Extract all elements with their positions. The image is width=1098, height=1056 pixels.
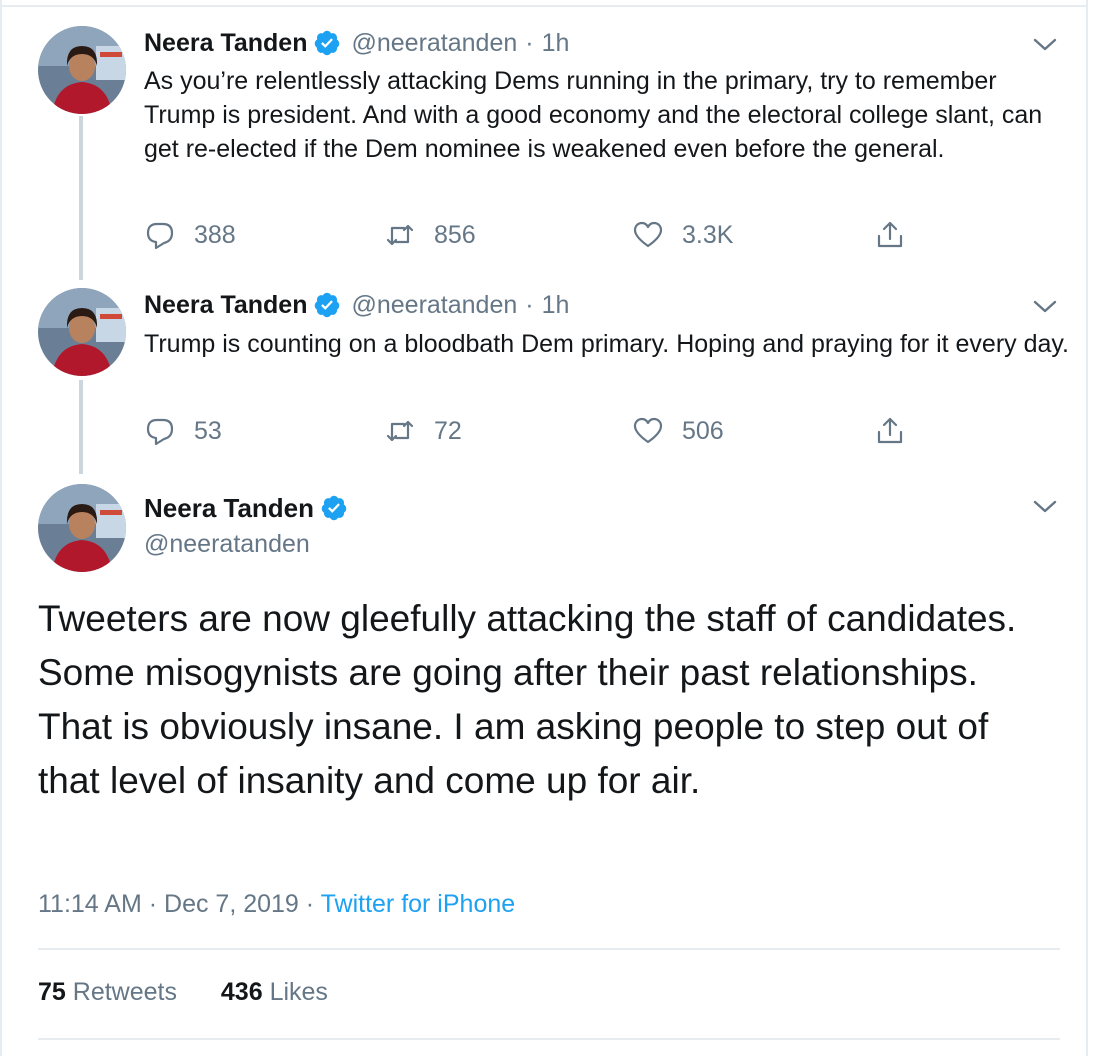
verified-badge-icon <box>313 291 341 319</box>
tweet-actions: 53 72 506 <box>144 413 944 449</box>
reply-icon <box>144 415 176 447</box>
share-button[interactable] <box>874 217 924 253</box>
retweet-button[interactable]: 856 <box>384 217 476 253</box>
author-handle[interactable]: @neeratanden <box>351 28 517 58</box>
thread-connector-line <box>79 116 83 280</box>
verified-badge-icon <box>313 29 341 57</box>
tweet-thread-frame: Neera Tanden @neeratanden · 1h As you’re… <box>0 0 1098 1056</box>
author-name[interactable]: Neera Tanden <box>144 28 307 58</box>
avatar[interactable] <box>38 484 126 572</box>
separator-dot: · <box>525 291 534 319</box>
chevron-down-icon[interactable] <box>1032 36 1058 54</box>
retweet-button[interactable]: 72 <box>384 413 462 449</box>
heart-icon <box>632 219 664 251</box>
avatar-image <box>38 26 126 114</box>
frame-left-border <box>0 0 2 1056</box>
reply-icon <box>144 219 176 251</box>
retweet-total: 75 <box>38 978 66 1006</box>
share-icon <box>874 415 906 447</box>
chevron-down-icon[interactable] <box>1032 298 1058 316</box>
retweet-count: 72 <box>434 416 462 445</box>
tweet-time[interactable]: 1h <box>542 28 570 58</box>
tweet-header: Neera Tanden @neeratanden · 1h <box>144 28 569 58</box>
heart-icon <box>632 415 664 447</box>
divider <box>38 1038 1060 1040</box>
tweet-stats: 75 Retweets 436 Likes <box>38 974 328 1010</box>
tweet-text: Trump is counting on a bloodbath Dem pri… <box>144 330 1069 358</box>
tweet-source-link[interactable]: Twitter for iPhone <box>321 890 516 918</box>
tweet-timestamp[interactable]: 11:14 AM <box>38 890 142 918</box>
frame-right-border <box>1086 0 1088 1056</box>
author-handle[interactable]: @neeratanden <box>351 290 517 320</box>
retweets-label: Retweets <box>72 978 177 1006</box>
separator-dot: · <box>525 29 534 57</box>
author-name[interactable]: Neera Tanden <box>144 290 307 320</box>
separator-dot: · <box>305 890 315 918</box>
share-button[interactable] <box>874 413 924 449</box>
like-count: 3.3K <box>682 220 734 249</box>
like-total: 436 <box>220 978 263 1006</box>
retweet-icon <box>384 219 416 251</box>
like-count: 506 <box>682 416 724 445</box>
likes-stat[interactable]: 436 Likes <box>221 978 328 1006</box>
frame-top-border <box>0 0 1088 7</box>
avatar-image <box>38 484 126 572</box>
tweet-meta: 11:14 AM · Dec 7, 2019 · Twitter for iPh… <box>38 886 515 922</box>
author-name[interactable]: Neera Tanden <box>144 492 314 524</box>
tweet-date[interactable]: Dec 7, 2019 <box>164 890 299 918</box>
author-handle[interactable]: @neeratanden <box>144 528 310 560</box>
chevron-down-icon[interactable] <box>1032 498 1058 516</box>
avatar-image <box>38 288 126 376</box>
likes-label: Likes <box>269 978 328 1006</box>
retweet-count: 856 <box>434 220 476 249</box>
reply-button[interactable]: 53 <box>144 413 222 449</box>
thread-connector-line <box>79 380 83 474</box>
avatar[interactable] <box>38 288 126 376</box>
main-tweet-text: Tweeters are now gleefully attacking the… <box>38 598 1017 801</box>
verified-badge-icon <box>320 494 348 522</box>
tweet-actions: 388 856 3.3K <box>144 217 944 253</box>
tweet-header: Neera Tanden @neeratanden · 1h <box>144 290 569 320</box>
tweet-time[interactable]: 1h <box>542 290 570 320</box>
tweet-text: As you’re relentlessly attacking Dems ru… <box>144 67 1043 163</box>
reply-count: 388 <box>194 220 236 249</box>
share-icon <box>874 219 906 251</box>
avatar[interactable] <box>38 26 126 114</box>
reply-button[interactable]: 388 <box>144 217 236 253</box>
retweet-icon <box>384 415 416 447</box>
divider <box>38 948 1060 950</box>
reply-count: 53 <box>194 416 222 445</box>
main-tweet-header: Neera Tanden <box>144 492 348 524</box>
like-button[interactable]: 506 <box>632 413 724 449</box>
retweets-stat[interactable]: 75 Retweets <box>38 978 177 1006</box>
separator-dot: · <box>148 890 158 918</box>
like-button[interactable]: 3.3K <box>632 217 733 253</box>
